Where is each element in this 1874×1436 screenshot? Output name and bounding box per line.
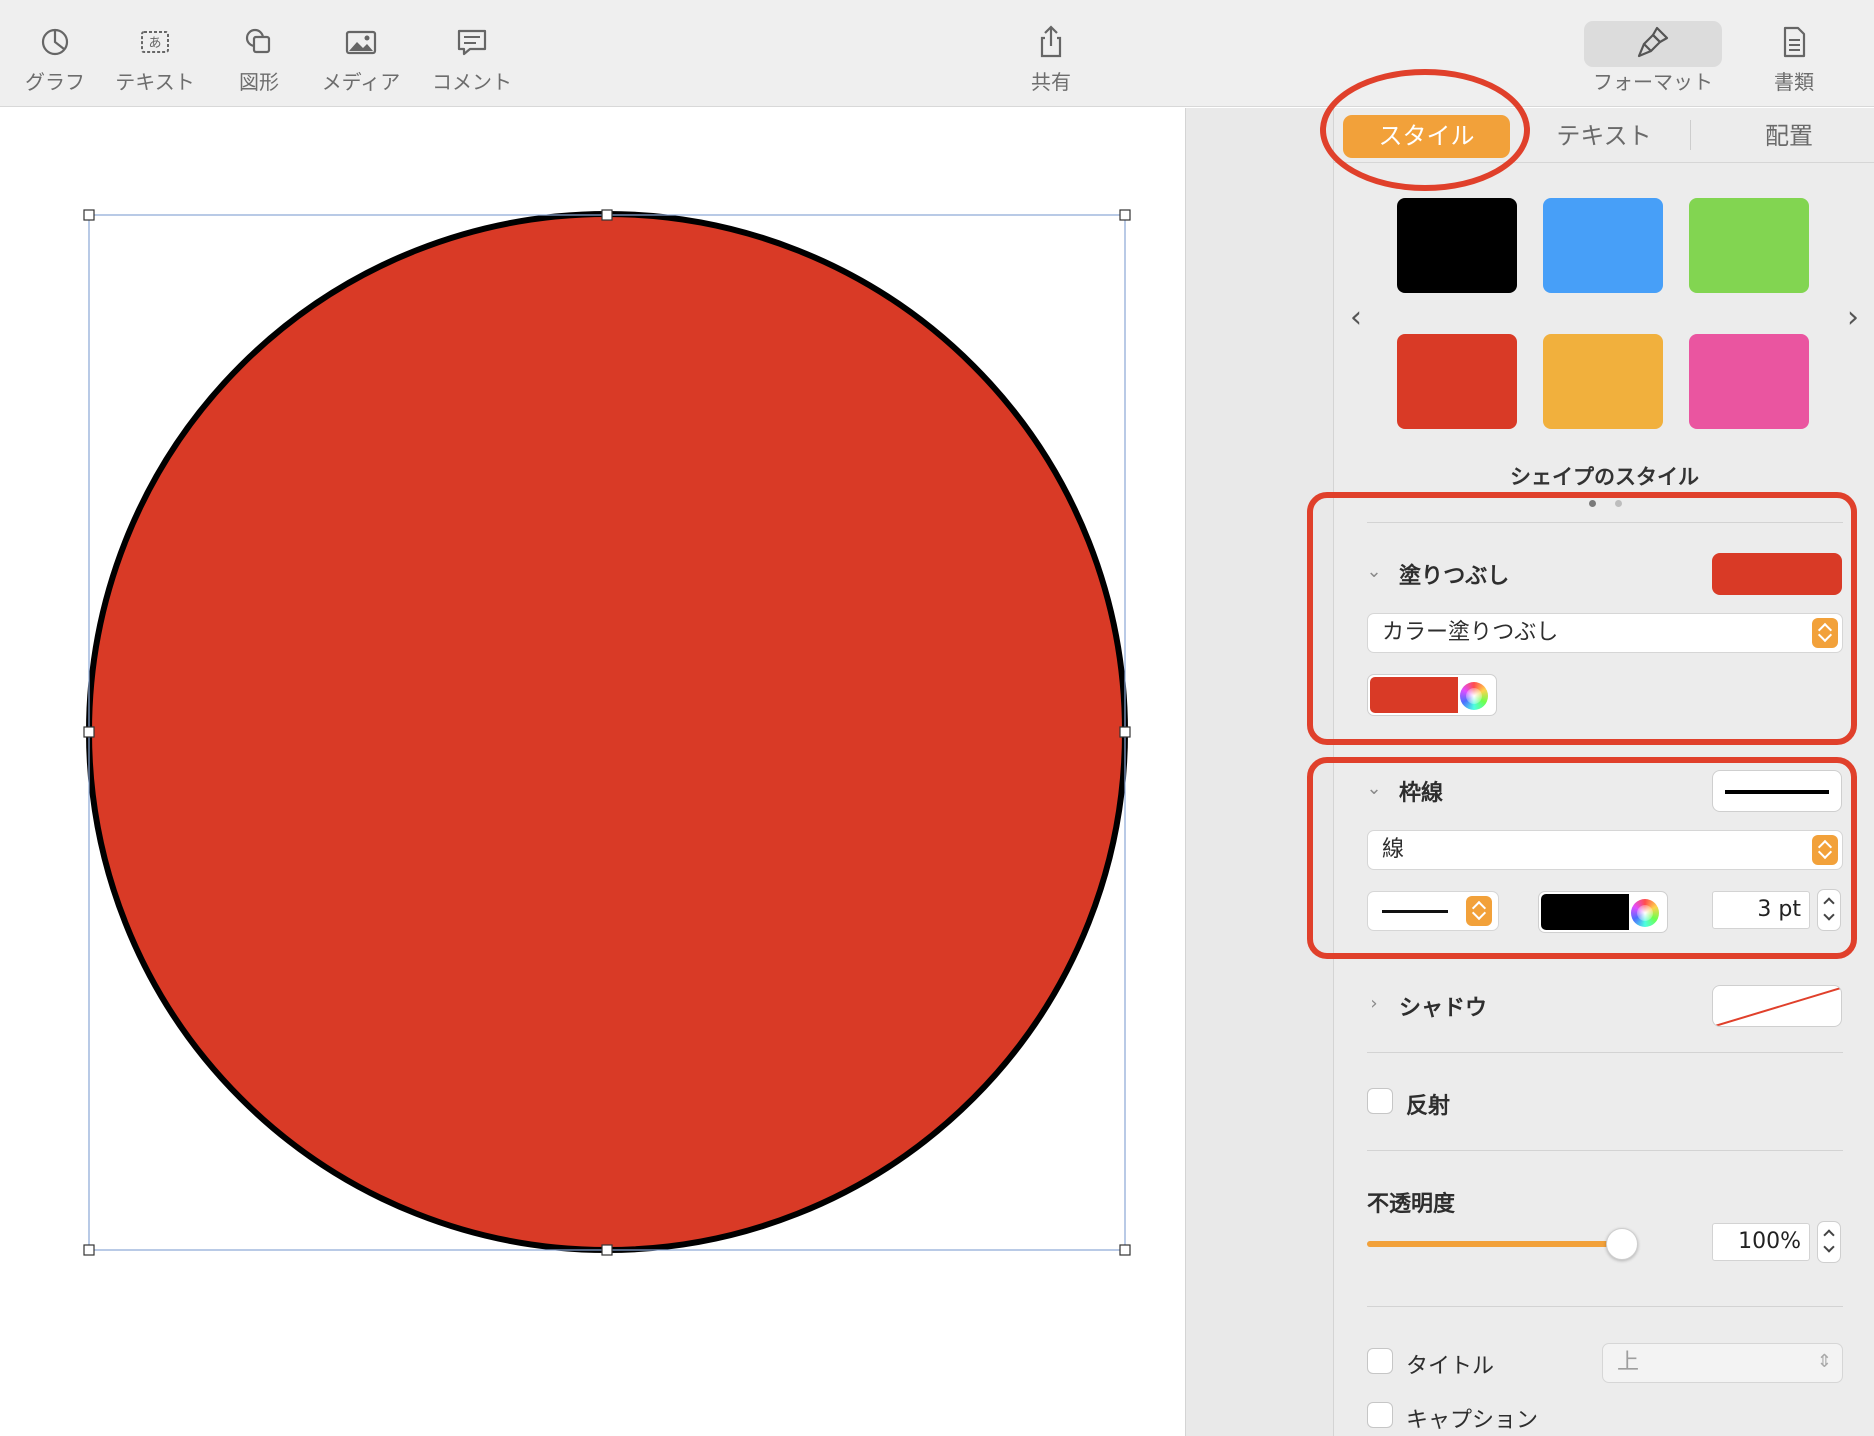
canvas-drawing (83, 209, 1131, 1256)
style-swatch-2[interactable] (1543, 198, 1663, 293)
resize-handle-left[interactable] (83, 726, 95, 738)
divider (1367, 1306, 1843, 1307)
style-swatch-3[interactable] (1689, 198, 1809, 293)
toolbar-document-button[interactable]: 書類 (1739, 22, 1849, 95)
resize-handle-bottom-right[interactable] (1119, 1244, 1131, 1256)
toolbar-comment-label: コメント (432, 70, 512, 94)
title-label: タイトル (1406, 1354, 1495, 1379)
document-canvas[interactable] (0, 108, 1185, 1436)
reflection-checkbox[interactable] (1367, 1088, 1393, 1114)
opacity-field[interactable]: 100% (1712, 1223, 1810, 1261)
chevron-left-icon[interactable]: ‹ (1344, 298, 1368, 338)
opacity-stepper[interactable] (1817, 1221, 1841, 1263)
caption-label: キャプション (1406, 1408, 1539, 1433)
comment-icon (457, 29, 487, 56)
opacity-slider-fill (1367, 1241, 1622, 1247)
chart-icon (41, 28, 69, 56)
tab-separator (1690, 120, 1691, 150)
stepper-up-icon[interactable] (1823, 1229, 1835, 1241)
shadow-preview-none[interactable] (1712, 985, 1842, 1027)
document-icon (1783, 26, 1806, 58)
toolbar-comment-button[interactable]: コメント (417, 22, 527, 95)
resize-handle-top-left[interactable] (83, 209, 95, 221)
toolbar-share-button[interactable]: 共有 (996, 22, 1106, 95)
caption-checkbox[interactable] (1367, 1402, 1393, 1428)
shape-style-caption: シェイプのスタイル (1510, 465, 1699, 489)
title-position-value: 上 (1617, 1350, 1640, 1375)
divider (1367, 1052, 1843, 1053)
toolbar-shape-label: 図形 (239, 70, 279, 94)
toolbar-share-label: 共有 (1031, 70, 1071, 94)
opacity-slider[interactable] (1367, 1241, 1622, 1247)
style-swatch-1[interactable] (1397, 198, 1517, 293)
toolbar-chart-button[interactable]: グラフ (0, 22, 110, 95)
resize-handle-bottom[interactable] (601, 1244, 613, 1256)
resize-handle-top[interactable] (601, 209, 613, 221)
shadow-section-title: シャドウ (1399, 996, 1488, 1021)
stepper-down-icon[interactable] (1823, 1241, 1835, 1253)
toolbar-text-button[interactable]: あ テキスト (100, 22, 210, 95)
text-box-icon: あ (141, 31, 169, 53)
paintbrush-icon (1637, 26, 1669, 58)
toolbar-media-label: メディア (321, 70, 401, 94)
circle-shape[interactable] (86, 211, 1128, 1253)
none-slash-icon (1714, 987, 1841, 1026)
toolbar-format-label: フォーマット (1593, 70, 1713, 94)
opacity-title: 不透明度 (1367, 1192, 1456, 1217)
svg-text:あ: あ (148, 36, 161, 51)
style-swatch-4[interactable] (1397, 334, 1517, 429)
tab-arrange[interactable]: 配置 (1709, 115, 1869, 158)
style-swatch-6[interactable] (1689, 334, 1809, 429)
toolbar-format-button[interactable]: フォーマット (1593, 22, 1713, 95)
resize-handle-top-right[interactable] (1119, 209, 1131, 221)
toolbar-shape-button[interactable]: 図形 (204, 22, 314, 95)
toolbar-chart-label: グラフ (25, 70, 85, 94)
title-position-popup[interactable]: 上 ⇕ (1602, 1343, 1843, 1383)
reflection-label: 反射 (1406, 1094, 1451, 1119)
annotation-box-border (1307, 757, 1857, 959)
chevron-right-icon[interactable]: › (1841, 298, 1865, 338)
annotation-circle-style-tab (1320, 69, 1530, 191)
annotation-box-fill (1307, 492, 1857, 745)
toolbar: グラフ あ テキスト 図形 メディア コメント 共有 フォーマット 書類 (0, 0, 1874, 107)
toolbar-text-label: テキスト (115, 70, 195, 94)
resize-handle-bottom-left[interactable] (83, 1244, 95, 1256)
tab-text[interactable]: テキスト (1534, 115, 1674, 158)
style-swatch-5[interactable] (1543, 334, 1663, 429)
toolbar-media-button[interactable]: メディア (306, 22, 416, 95)
shadow-disclosure-icon[interactable]: › (1364, 993, 1384, 1014)
opacity-slider-knob[interactable] (1606, 1228, 1638, 1260)
shape-icon (245, 28, 271, 54)
toolbar-document-label: 書類 (1774, 70, 1814, 94)
resize-handle-right[interactable] (1119, 726, 1131, 738)
share-icon (1040, 25, 1062, 58)
chevron-updown-icon: ⇕ (1816, 1351, 1832, 1372)
media-icon (345, 30, 377, 55)
divider (1367, 1150, 1843, 1151)
title-checkbox[interactable] (1367, 1348, 1393, 1374)
